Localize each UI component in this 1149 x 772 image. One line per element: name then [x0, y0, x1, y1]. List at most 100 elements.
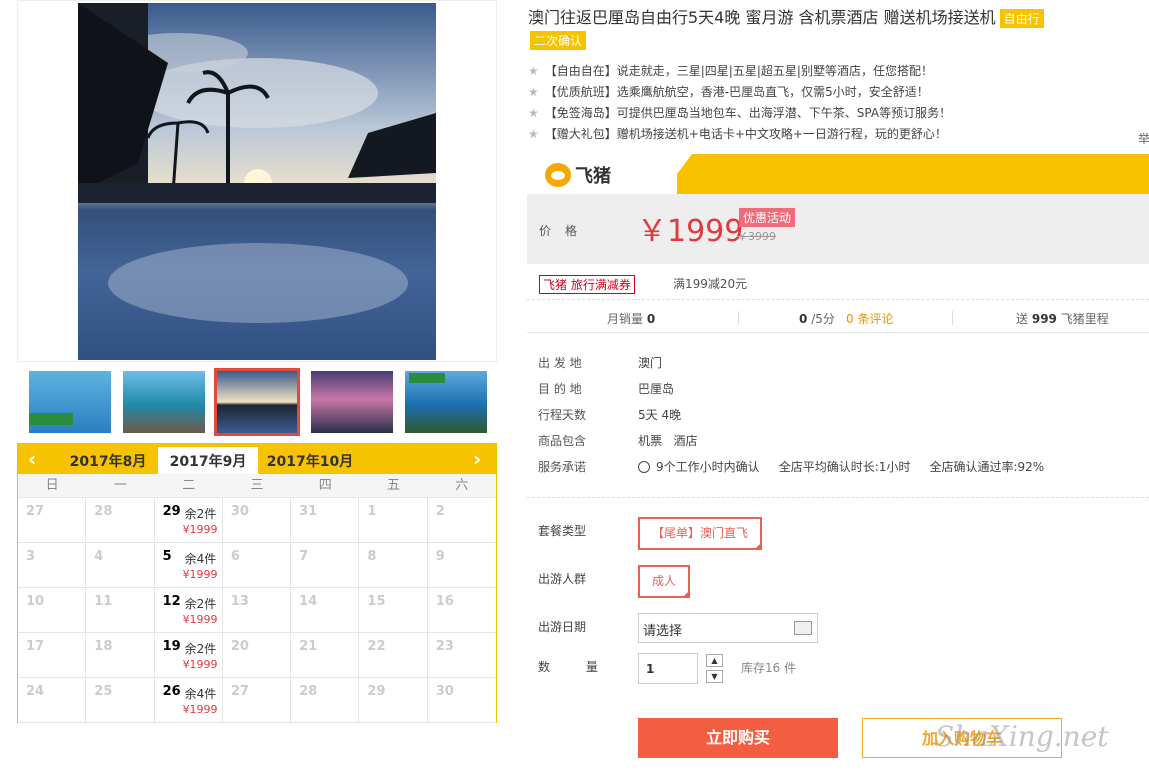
- price-panel: 价格 ￥1999 优惠活动 ￥3999: [527, 194, 1149, 264]
- product-title-text: 澳门往返巴厘岛自由行5天4晚 蜜月游 含机票酒店 赠送机场接送机: [528, 8, 996, 27]
- calendar-day: 29: [359, 678, 428, 723]
- info-row-includes: 商品包含 机票 酒店: [538, 432, 1044, 458]
- calendar-day-available[interactable]: 29 余2件 ¥1999: [154, 498, 223, 543]
- feature-text: 【优质航班】选乘鹰航航空，香港-巴厘岛直飞，仅需5小时，安全舒适！: [544, 85, 929, 99]
- next-month-icon[interactable]: ›: [473, 447, 481, 471]
- tab-month-oct[interactable]: 2017年10月: [258, 447, 362, 474]
- thumbnail-3-selected[interactable]: [214, 368, 300, 436]
- brand-banner: 飞猪: [527, 154, 1149, 194]
- info-row-departure: 出 发 地 澳门: [538, 354, 1044, 380]
- report-link[interactable]: 举: [1138, 130, 1149, 147]
- calendar-day-price: ¥1999: [182, 658, 218, 671]
- calendar-day-available[interactable]: 12 余2件 ¥1999: [154, 588, 223, 633]
- calendar-day-available[interactable]: 19 余2件 ¥1999: [154, 633, 223, 678]
- check-circle-icon: [638, 461, 650, 473]
- main-image-frame: [17, 0, 497, 362]
- tab-month-aug[interactable]: 2017年8月: [58, 447, 158, 474]
- calendar-day-number: 2: [435, 504, 445, 519]
- review-count-link[interactable]: 0 条评论: [846, 310, 893, 327]
- weekday-label: 五: [387, 478, 401, 493]
- calendar-day-price: ¥1999: [182, 523, 218, 536]
- info-key: 行程天数: [538, 408, 587, 422]
- feature-text: 【免签海岛】可提供巴厘岛当地包车、出海浮潜、下午茶、SPA等预订服务！: [544, 106, 952, 120]
- traveler-label: 出游人群: [538, 572, 587, 586]
- calendar-day-number: 30: [435, 684, 454, 699]
- calendar-day-number: 31: [299, 504, 318, 519]
- coupon-row: 飞猪 旅行满减券 满199减20元: [527, 272, 1149, 300]
- calendar-day-number: 27: [230, 684, 249, 699]
- calendar-day-available[interactable]: 5 余4件 ¥1999: [154, 543, 223, 588]
- calendar-day-number: 6: [230, 549, 240, 564]
- feature-item: ★ 【自由自在】说走就走，三星|四星|五星|超五星|别墅等酒店，任您搭配！: [528, 62, 951, 83]
- calendar-day: 18: [86, 633, 155, 678]
- thumbnail-label-badge: [29, 413, 73, 425]
- section-divider: [527, 497, 1149, 498]
- monthly-sales-value: 0: [646, 312, 656, 326]
- quantity-input[interactable]: 1: [638, 653, 698, 684]
- calendar-icon[interactable]: [794, 621, 812, 635]
- calendar-day-number: 30: [230, 504, 249, 519]
- prev-month-icon[interactable]: ‹: [28, 447, 36, 471]
- calendar-day-number: 28: [94, 504, 113, 519]
- calendar-day: 6: [222, 543, 292, 588]
- watermark: ShaXing.net: [935, 720, 1109, 753]
- feature-text: 【赠大礼包】赠机场接送机+电话卡+中文攻略+一日游行程，玩的更舒心！: [544, 127, 947, 141]
- info-row-duration: 行程天数 5天 4晚: [538, 406, 1044, 432]
- calendar-day: 28: [291, 678, 360, 723]
- calendar-month-bar: ‹ 2017年8月 2017年9月 2017年10月 ›: [18, 444, 496, 474]
- thumbnail-4[interactable]: [311, 371, 393, 433]
- calendar-day: 2: [427, 498, 496, 543]
- calendar-day-number: 8: [367, 549, 377, 564]
- quantity-decrease-button[interactable]: ▼: [706, 670, 723, 683]
- thumbnail-5[interactable]: [405, 371, 487, 433]
- calendar-day-number: 21: [299, 639, 318, 654]
- stat-divider: [952, 311, 953, 325]
- calendar-day: 1: [359, 498, 428, 543]
- calendar-day: 21: [291, 633, 360, 678]
- promo-tag[interactable]: 优惠活动: [739, 208, 796, 227]
- calendar-day-stock: 余4件: [184, 687, 217, 701]
- star-icon: ★: [528, 106, 539, 120]
- date-picker-input[interactable]: 请选择: [638, 613, 818, 643]
- calendar-day-stock: 余4件: [184, 552, 217, 566]
- rating: 0 /5分: [799, 310, 835, 327]
- date-label: 出游日期: [538, 620, 587, 634]
- buy-now-button[interactable]: 立即购买: [638, 718, 838, 758]
- main-product-image[interactable]: [78, 3, 436, 360]
- coupon-text: 满199减20元: [673, 277, 748, 291]
- tab-month-sep[interactable]: 2017年9月: [158, 447, 258, 474]
- calendar-day: 4: [86, 543, 155, 588]
- calendar-day: 9: [427, 543, 496, 588]
- calendar-day-price: ¥1999: [182, 613, 218, 626]
- star-icon: ★: [528, 127, 539, 141]
- info-row-service: 服务承诺 9个工作小时内确认 全店平均确认时长:1小时 全店确认通过率:92%: [538, 458, 1044, 484]
- coupon-tag[interactable]: 飞猪 旅行满减券: [539, 275, 635, 294]
- calendar-day: 30: [222, 498, 292, 543]
- info-value: 澳门: [638, 356, 663, 370]
- calendar-day: 13: [222, 588, 292, 633]
- star-icon: ★: [528, 85, 539, 99]
- calendar-day-number: 24: [26, 684, 45, 699]
- feature-list: ★ 【自由自在】说走就走，三星|四星|五星|超五星|别墅等酒店，任您搭配！ ★ 【优…: [528, 62, 951, 146]
- calendar-day: 10: [18, 588, 87, 633]
- stock-count: 库存16 件: [741, 661, 797, 675]
- thumbnail-1[interactable]: [29, 371, 111, 433]
- calendar-day-number: 19: [162, 639, 181, 654]
- traveler-option-selected[interactable]: 成人: [638, 565, 690, 598]
- brand-name: 飞猪: [575, 166, 611, 187]
- quantity-increase-button[interactable]: ▲: [706, 654, 723, 667]
- thumbnail-label-badge: [409, 373, 445, 383]
- product-info: 出 发 地 澳门 目 的 地 巴厘岛 行程天数 5天 4晚 商品包含 机票 酒店 服务承…: [538, 354, 1044, 484]
- calendar-day: 17: [18, 633, 87, 678]
- thumbnail-2[interactable]: [123, 371, 205, 433]
- fliggy-pig-icon: [545, 163, 571, 187]
- package-option-selected[interactable]: 【尾单】澳门直飞: [638, 517, 762, 550]
- service-text: 9个工作小时内确认 全店平均确认时长:1小时 全店确认通过率:92%: [656, 460, 1045, 474]
- calendar-day-available[interactable]: 26 余4件 ¥1999: [154, 678, 223, 723]
- stats-row: 月销量 0 0 /5分 0 条评论 送 999 飞猪里程: [527, 303, 1149, 333]
- weekday-label: 六: [455, 478, 469, 493]
- calendar-day: 3: [18, 543, 87, 588]
- feature-item: ★ 【免签海岛】可提供巴厘岛当地包车、出海浮潜、下午茶、SPA等预订服务！: [528, 104, 951, 125]
- calendar-day: 8: [359, 543, 428, 588]
- info-value: 5天 4晚: [638, 408, 682, 422]
